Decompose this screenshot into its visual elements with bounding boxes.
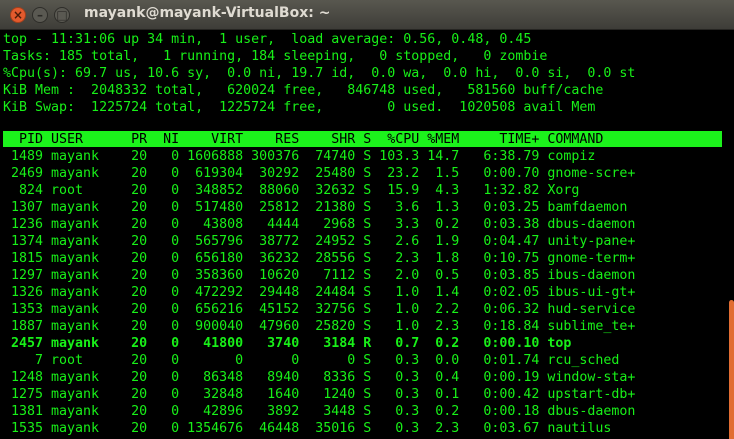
process-row: 1307 mayank 20 0 517480 25812 21380 S 3.… xyxy=(3,200,628,215)
process-row: 1236 mayank 20 0 43808 4444 2968 S 3.3 0… xyxy=(3,217,636,232)
process-row: 1489 mayank 20 0 1606888 300376 74740 S … xyxy=(3,149,596,164)
process-row-top-highlighted: 2457 mayank 20 0 41800 3740 3184 R 0.7 0… xyxy=(3,336,572,351)
close-icon: × xyxy=(12,8,24,22)
cpu-line: %Cpu(s): 69.7 us, 10.6 sy, 0.0 ni, 19.7 … xyxy=(3,66,636,81)
process-row: 1353 mayank 20 0 656216 45152 32756 S 1.… xyxy=(3,302,636,317)
scrollbar-thumb[interactable] xyxy=(729,300,734,439)
maximize-window-button[interactable]: □ xyxy=(54,7,70,23)
process-row: 1381 mayank 20 0 42896 3892 3448 S 0.3 0… xyxy=(3,404,636,419)
window-title: mayank@mayank-VirtualBox: ~ xyxy=(84,5,331,21)
process-row: 1887 mayank 20 0 900040 47960 25820 S 1.… xyxy=(3,319,636,334)
close-window-button[interactable]: × xyxy=(10,7,26,23)
window-titlebar: × – □ mayank@mayank-VirtualBox: ~ xyxy=(0,0,734,30)
tasks-line: Tasks: 185 total, 1 running, 184 sleepin… xyxy=(3,49,548,64)
uptime-line: top - 11:31:06 up 34 min, 1 user, load a… xyxy=(3,32,532,47)
process-row: 1326 mayank 20 0 472292 29448 24484 S 1.… xyxy=(3,285,636,300)
maximize-icon: □ xyxy=(56,8,68,22)
process-row: 824 root 20 0 348852 88060 32632 S 15.9 … xyxy=(3,183,580,198)
process-row: 1535 mayank 20 0 1354676 46448 35016 S 0… xyxy=(3,421,612,436)
mem-line: KiB Mem : 2048332 total, 620024 free, 84… xyxy=(3,83,604,98)
process-row: 1374 mayank 20 0 565796 38772 24952 S 2.… xyxy=(3,234,636,249)
minimize-window-button[interactable]: – xyxy=(32,7,48,23)
process-row: 1248 mayank 20 0 86348 8940 8336 S 0.3 0… xyxy=(3,370,636,385)
process-row: 1275 mayank 20 0 32848 1640 1240 S 0.3 0… xyxy=(3,387,636,402)
terminal-area[interactable]: top - 11:31:06 up 34 min, 1 user, load a… xyxy=(0,30,734,439)
process-row: 2469 mayank 20 0 619304 30292 25480 S 23… xyxy=(3,166,636,181)
process-row: 7 root 20 0 0 0 0 S 0.3 0.0 0:01.74 rcu_… xyxy=(3,353,620,368)
process-row: 1815 mayank 20 0 656180 36232 28556 S 2.… xyxy=(3,251,636,266)
column-header: PID USER PR NI VIRT RES SHR S %CPU %MEM … xyxy=(3,132,604,147)
swap-line: KiB Swap: 1225724 total, 1225724 free, 0… xyxy=(3,100,596,115)
process-row: 1297 mayank 20 0 358360 10620 7112 S 2.0… xyxy=(3,268,636,283)
minimize-icon: – xyxy=(37,8,43,22)
